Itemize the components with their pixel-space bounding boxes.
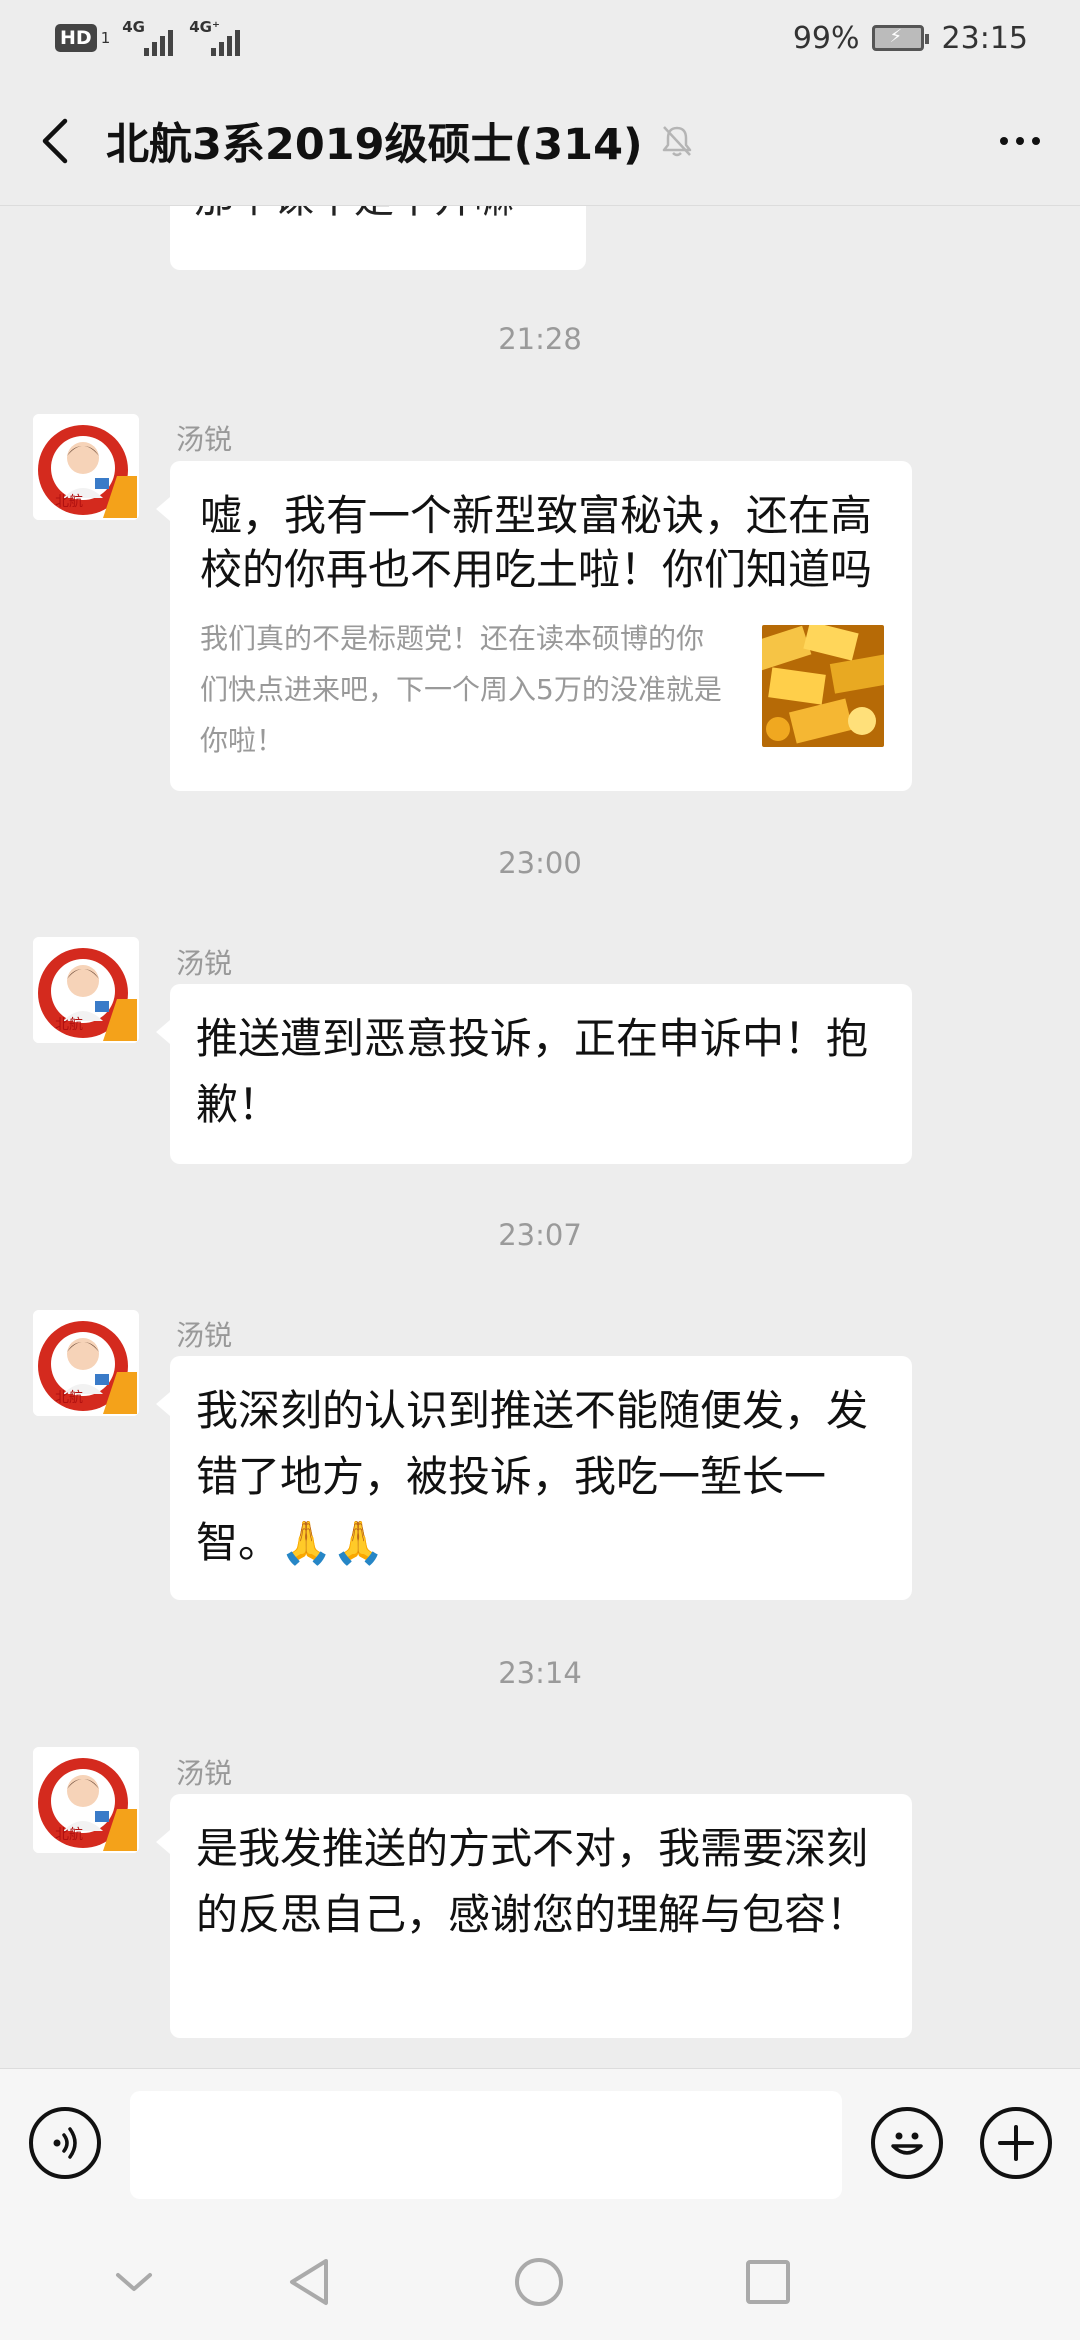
chat-header: 北航3系2019级硕士(314) bbox=[0, 76, 1080, 206]
avatar[interactable]: 北航 bbox=[33, 414, 139, 520]
plus-icon bbox=[998, 2125, 1034, 2161]
text-message[interactable]: 我深刻的认识到推送不能随便发，发错了地方，被投诉，我吃一堑长一智。🙏🙏 bbox=[156, 1356, 912, 1600]
voice-button[interactable] bbox=[29, 2107, 101, 2179]
hd-badge: HD bbox=[55, 24, 97, 52]
timestamp: 23:00 bbox=[498, 846, 582, 880]
circle-home-icon bbox=[515, 2258, 563, 2306]
gold-bars-thumbnail bbox=[762, 625, 884, 747]
chevron-down-icon bbox=[116, 2273, 152, 2291]
timestamp: 23:07 bbox=[498, 1218, 582, 1252]
square-recents-icon bbox=[746, 2260, 790, 2304]
sender-name: 汤锐 bbox=[176, 947, 233, 980]
nav-hide-keyboard-button[interactable] bbox=[96, 2244, 172, 2320]
battery-percent: 99% bbox=[792, 20, 860, 56]
link-card-title: 嘘，我有一个新型致富秘诀，还在高校的你再也不用吃土啦！你们知道吗 bbox=[200, 491, 873, 594]
sender-name: 汤锐 bbox=[176, 1757, 233, 1790]
chevron-left-icon bbox=[42, 118, 68, 163]
plus-button[interactable] bbox=[980, 2107, 1052, 2179]
avatar-image: 北航 bbox=[33, 414, 139, 520]
svg-text:北航: 北航 bbox=[55, 1827, 83, 1843]
sender-name: 汤锐 bbox=[176, 423, 233, 456]
status-bar: HD 1 4G 4G⁺ 99% ⚡ 23:15 bbox=[0, 0, 1080, 76]
text-message[interactable]: 推送遭到恶意投诉，正在申诉中！抱歉！ bbox=[156, 984, 912, 1164]
message-bubble-partial[interactable]: 那个课不是不开嘛 bbox=[170, 206, 586, 270]
avatar[interactable]: 北航 bbox=[33, 1747, 139, 1853]
more-options-button[interactable] bbox=[990, 111, 1050, 171]
text-message[interactable]: 是我发推送的方式不对，我需要深刻的反思自己，感谢您的理解与包容！ bbox=[156, 1794, 912, 2038]
voice-icon bbox=[53, 2127, 77, 2159]
nav-home-button[interactable] bbox=[501, 2244, 577, 2320]
timestamp: 21:28 bbox=[498, 322, 582, 356]
status-left: HD 1 4G 4G⁺ bbox=[55, 18, 256, 56]
status-clock: 23:15 bbox=[941, 20, 1028, 56]
avatar[interactable]: 北航 bbox=[33, 1310, 139, 1416]
avatar[interactable]: 北航 bbox=[33, 937, 139, 1043]
chat-title: 北航3系2019级硕士(314) bbox=[106, 119, 643, 170]
signal-label-1: 4G bbox=[122, 18, 145, 36]
message-input[interactable] bbox=[130, 2091, 842, 2199]
link-card-message[interactable]: 嘘，我有一个新型致富秘诀，还在高校的你再也不用吃土啦！你们知道吗 我们真的不是标… bbox=[156, 461, 912, 791]
svg-text:北航: 北航 bbox=[55, 1390, 83, 1406]
input-bar bbox=[0, 2068, 1080, 2222]
avatar-image: 北航 bbox=[33, 1747, 139, 1853]
hd-sub-label: 1 bbox=[100, 29, 111, 47]
avatar-image: 北航 bbox=[33, 937, 139, 1043]
link-card-description: 我们真的不是标题党！还在读本硕博的你们快点进来吧，下一个周入5万的没准就是你啦！ bbox=[200, 622, 722, 757]
emoji-button[interactable] bbox=[871, 2107, 943, 2179]
emoji-icon bbox=[891, 2132, 923, 2155]
svg-text:北航: 北航 bbox=[55, 494, 83, 510]
more-dots-icon bbox=[1000, 137, 1008, 145]
triangle-back-icon bbox=[290, 2259, 328, 2305]
status-right: 99% ⚡ 23:15 bbox=[793, 21, 1028, 56]
svg-text:北航: 北航 bbox=[55, 1017, 83, 1033]
nav-back-button[interactable] bbox=[271, 2244, 347, 2320]
message-text-partial: 那个课不是不开嘛 bbox=[194, 206, 514, 224]
sender-name: 汤锐 bbox=[176, 1319, 233, 1352]
signal-label-2: 4G⁺ bbox=[189, 18, 220, 36]
timestamp: 23:14 bbox=[498, 1656, 582, 1690]
system-nav-bar bbox=[0, 2222, 1080, 2340]
signal-icon-2: 4G⁺ bbox=[189, 18, 241, 56]
nav-recents-button[interactable] bbox=[730, 2244, 806, 2320]
battery-icon: ⚡ bbox=[871, 25, 929, 51]
message-list[interactable]: 那个课不是不开嘛 21:28 北航 汤锐 嘘，我有一个新型致富秘诀，还在高校的你… bbox=[0, 206, 1080, 2068]
back-button[interactable] bbox=[0, 76, 110, 206]
avatar-image: 北航 bbox=[33, 1310, 139, 1416]
signal-icon-1: 4G bbox=[122, 18, 174, 56]
bell-off-icon bbox=[659, 123, 695, 159]
